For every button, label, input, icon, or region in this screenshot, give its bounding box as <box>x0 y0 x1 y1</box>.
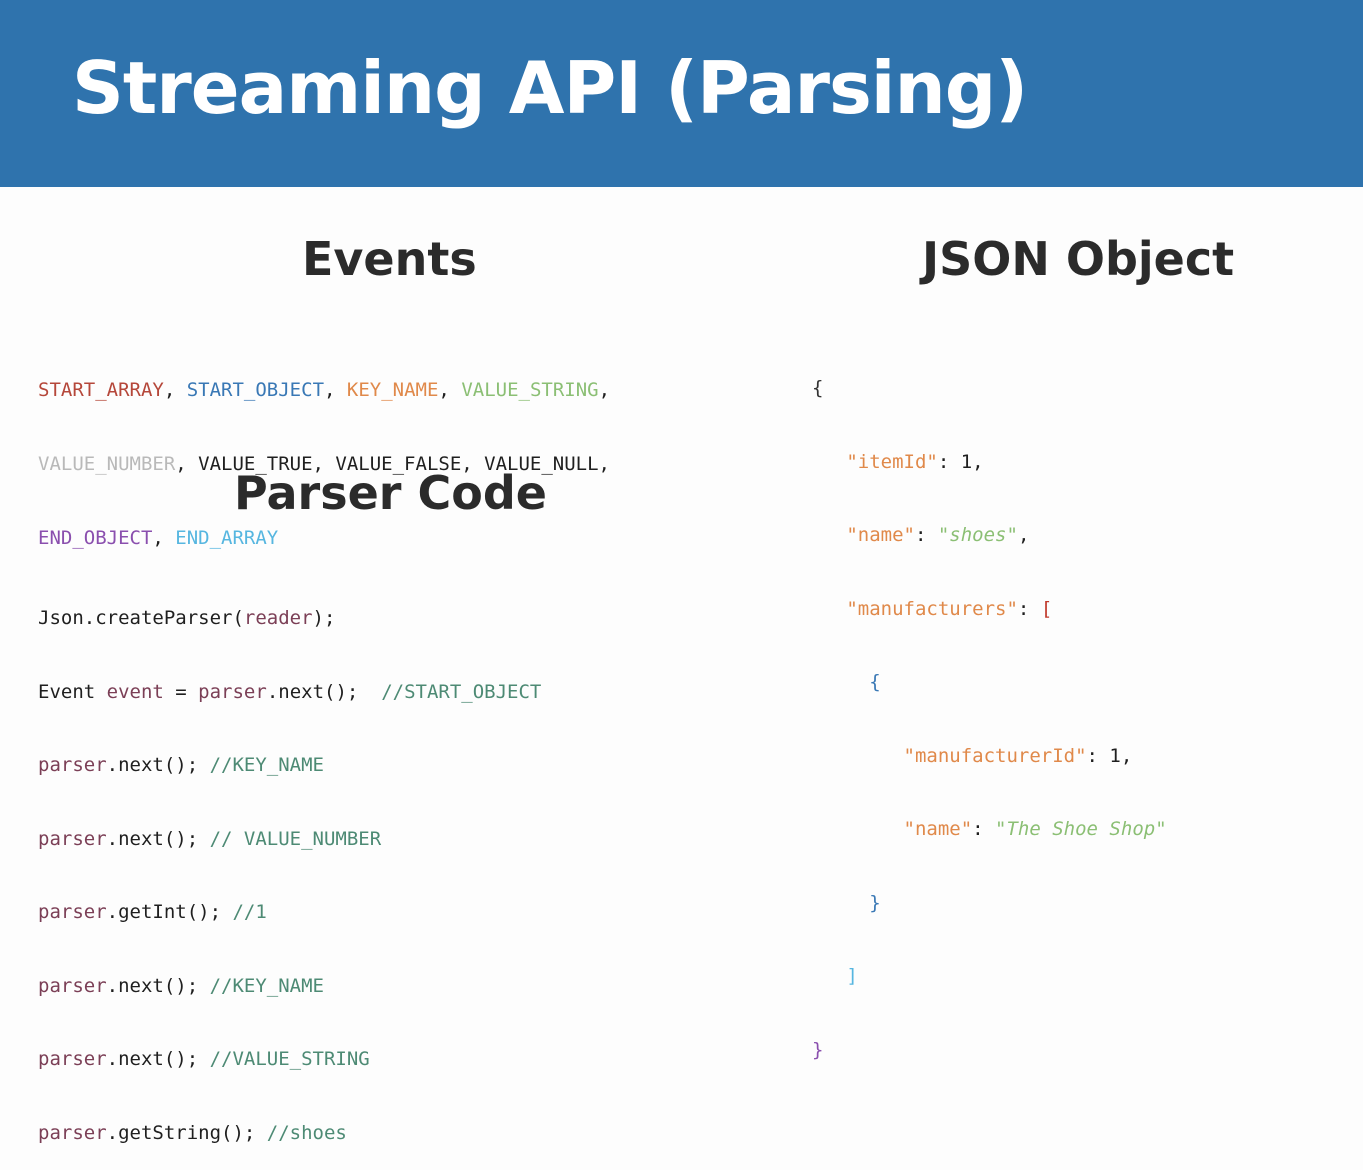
code-line: Json.createParser(reader); <box>38 607 336 629</box>
events-line-2: VALUE_NUMBER, VALUE_TRUE, VALUE_FALSE, V… <box>38 453 610 475</box>
json-line: "manufacturerId": 1, <box>903 744 1133 767</box>
json-line: "itemId": 1, <box>846 450 984 473</box>
event-end-array: END_ARRAY <box>175 527 279 549</box>
events-list: START_ARRAY, START_OBJECT, KEY_NAME, VAL… <box>38 331 610 575</box>
event-end-object: END_OBJECT <box>38 527 153 549</box>
json-line: } <box>869 891 881 914</box>
events-heading: Events <box>302 232 477 286</box>
events-line-3: END_OBJECT, END_ARRAY <box>38 527 279 549</box>
code-line: parser.next(); //VALUE_STRING <box>38 1048 370 1070</box>
code-line: parser.next(); // VALUE_NUMBER <box>38 827 382 850</box>
json-line: "manufacturers": [ <box>846 597 1053 620</box>
code-line: parser.next(); //KEY_NAME <box>38 754 324 776</box>
json-object-block: { "itemId": 1, "name": "shoes", "manufac… <box>812 330 1167 1087</box>
title-banner: Streaming API (Parsing) <box>0 0 1363 187</box>
json-object-heading: JSON Object <box>922 232 1235 286</box>
code-line: parser.getInt(); //1 <box>38 901 267 923</box>
event-value-number: VALUE_NUMBER <box>38 453 176 475</box>
json-line: } <box>812 1038 824 1061</box>
json-line: "name": "The Shoe Shop" <box>903 818 1167 840</box>
json-line: { <box>869 671 881 693</box>
event-start-array: START_ARRAY <box>38 379 164 401</box>
event-key-name: KEY_NAME <box>346 379 439 401</box>
parser-code-block: Json.createParser(reader); Event event =… <box>38 560 541 1170</box>
event-start-object: START_OBJECT <box>186 379 325 401</box>
slide-title: Streaming API (Parsing) <box>72 46 1028 130</box>
json-line: { <box>812 377 824 399</box>
events-line-1: START_ARRAY, START_OBJECT, KEY_NAME, VAL… <box>38 379 611 401</box>
json-line: ] <box>846 965 858 987</box>
code-line: parser.getString(); //shoes <box>38 1121 347 1144</box>
code-line: Event event = parser.next(); //START_OBJ… <box>38 680 542 703</box>
event-value-string: VALUE_STRING <box>461 379 599 401</box>
json-line: "name": "shoes", <box>846 524 1030 546</box>
code-line: parser.next(); //KEY_NAME <box>38 974 324 997</box>
